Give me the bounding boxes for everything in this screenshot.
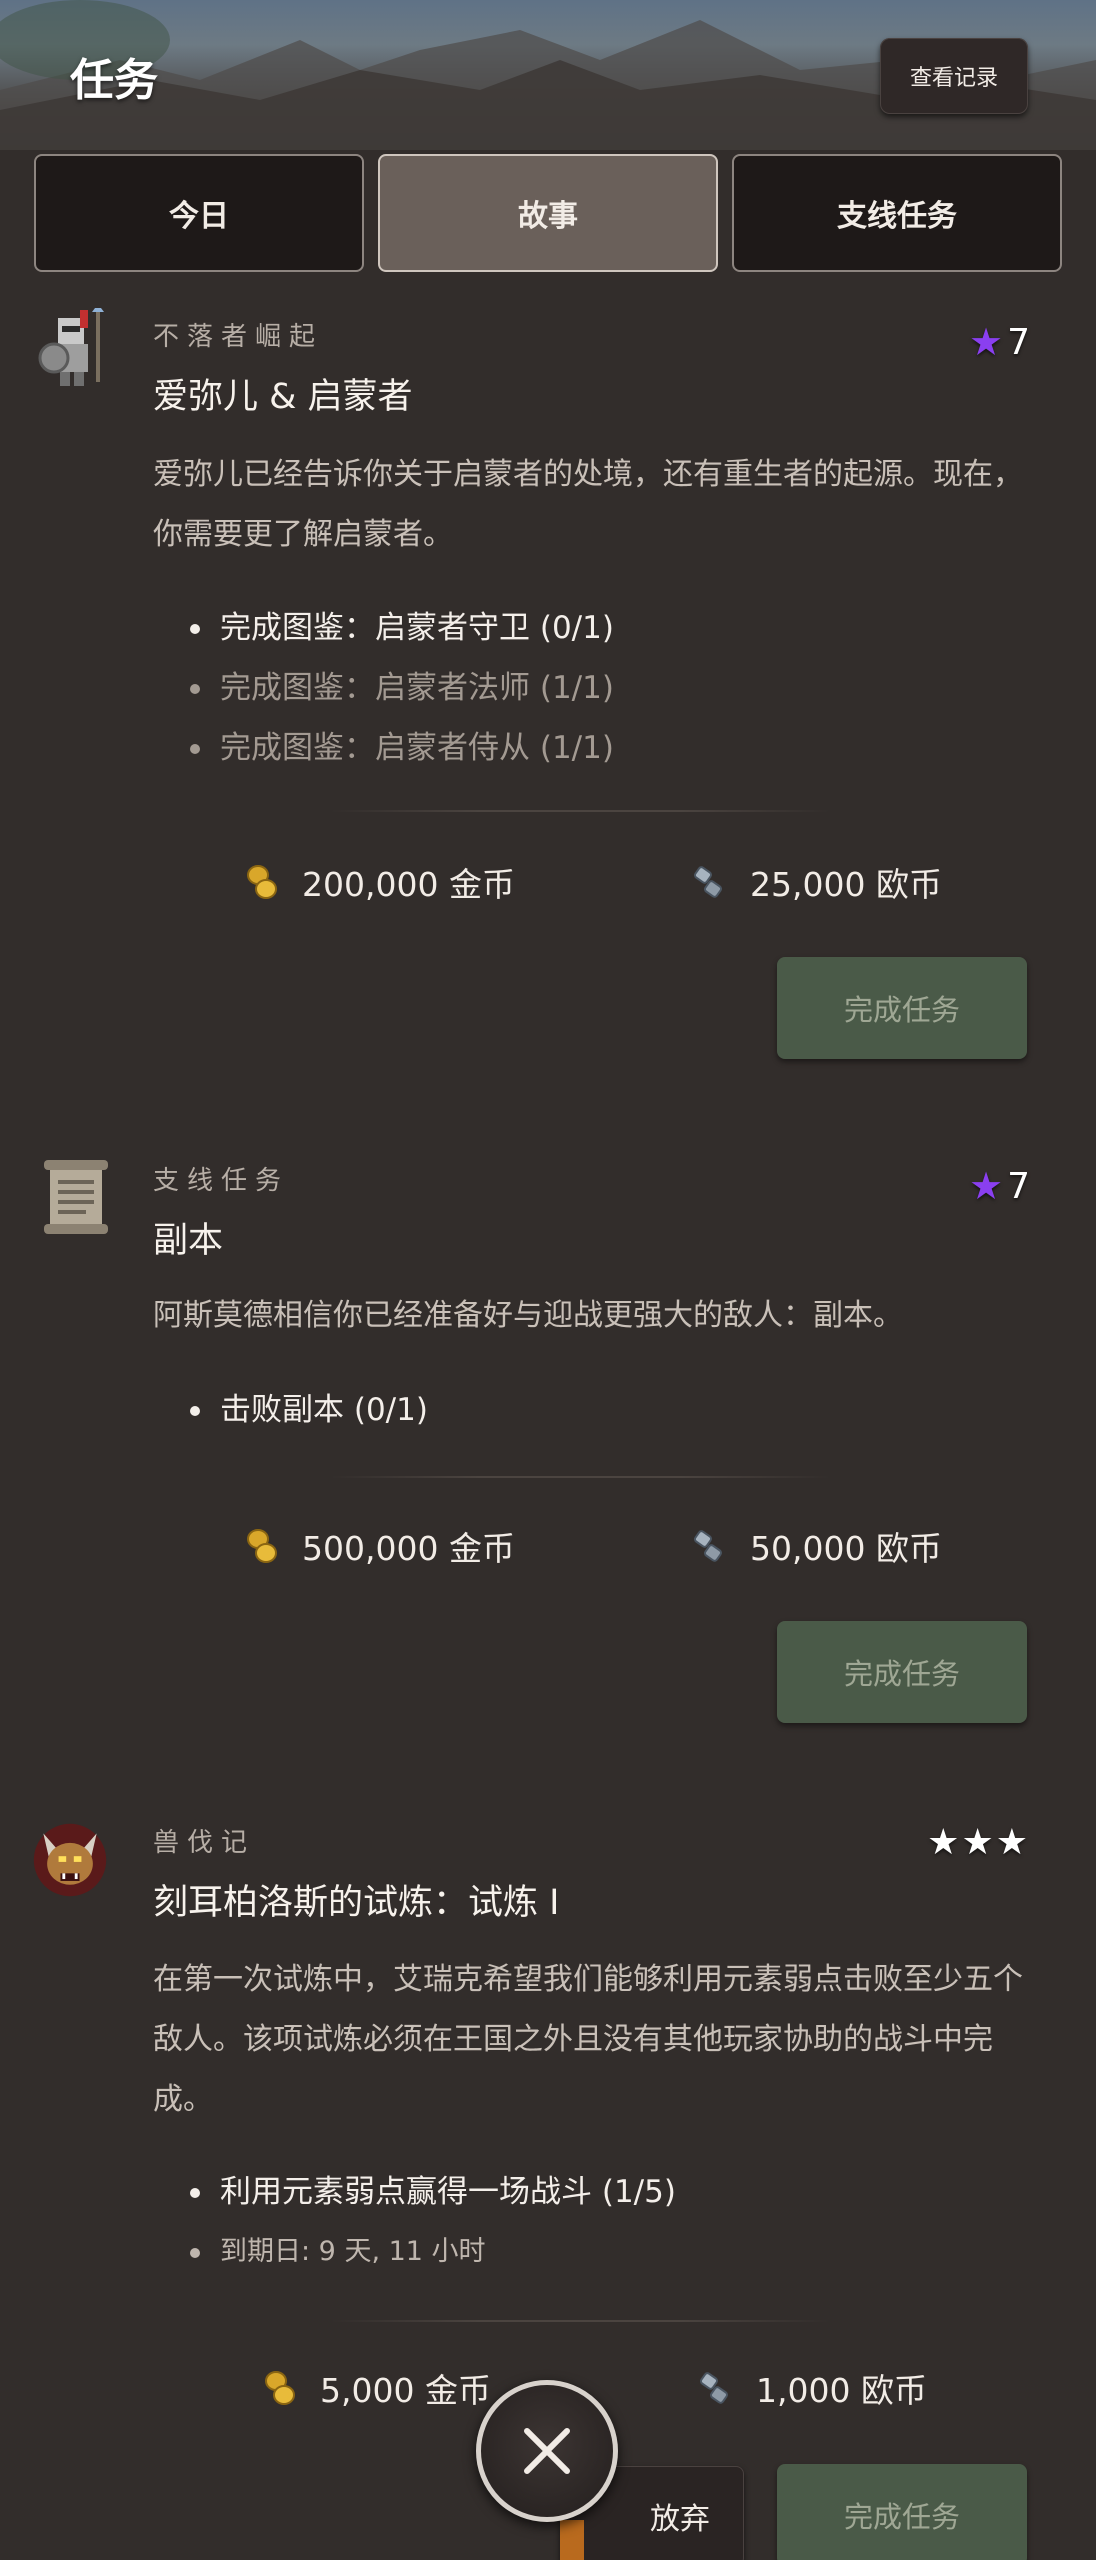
reward-euro: 25,000 欧币 [692, 858, 942, 906]
page-title: 任务 [70, 55, 158, 106]
reward-gold: 500,000 金币 [244, 1522, 515, 1570]
gold-coin-icon [265, 2371, 295, 2405]
stars-count: 7 [1007, 1165, 1030, 1207]
objective-list: 击败副本 (0/1) [190, 1380, 1010, 1440]
quest-title: 刻耳柏洛斯的试炼：试炼 I [153, 1883, 560, 1923]
objective-item: 完成图鉴：启蒙者守卫 (0/1) [190, 598, 1010, 658]
tab-today[interactable]: 今日 [34, 154, 364, 272]
objective-list: 完成图鉴：启蒙者守卫 (0/1) 完成图鉴：启蒙者法师 (1/1) 完成图鉴：启… [190, 598, 1010, 778]
quest-category: 支线任务 [153, 1166, 290, 1196]
reward-euro-amount: 50,000 欧币 [750, 1529, 942, 1568]
quest-title: 爱弥儿 & 启蒙者 [153, 377, 413, 417]
quest-reward-stars: ★ 7 [969, 320, 1030, 364]
tab-story[interactable]: 故事 [378, 154, 718, 272]
divider [330, 810, 830, 812]
view-history-button[interactable]: 查看记录 [880, 38, 1028, 114]
abandon-accent [560, 2520, 584, 2560]
euro-coin-icon [694, 866, 722, 898]
reward-euro-amount: 25,000 欧币 [750, 865, 942, 904]
quest-difficulty-stars: ★★★ [927, 1822, 1030, 1863]
reward-euro: 1,000 欧币 [698, 2364, 927, 2412]
quest-reward-stars: ★ 7 [969, 1164, 1030, 1208]
beast-icon [33, 1823, 107, 1897]
quest-category: 兽伐记 [153, 1828, 256, 1858]
reward-gold-amount: 500,000 金币 [302, 1529, 515, 1568]
quest-description: 在第一次试炼中，艾瑞克希望我们能够利用元素弱点击败至少五个敌人。该项试炼必须在王… [153, 1962, 1023, 2117]
euro-coin-icon [694, 1530, 722, 1562]
star-icon: ★ [969, 1164, 1004, 1208]
complete-quest-button[interactable]: 完成任务 [777, 1621, 1027, 1723]
close-button[interactable] [476, 2380, 618, 2522]
objective-item: 击败副本 (0/1) [190, 1380, 1010, 1440]
scroll-icon [44, 1160, 108, 1234]
gold-coin-icon [247, 865, 277, 899]
tab-bar: 今日 故事 支线任务 [34, 152, 1062, 276]
quest-description: 阿斯莫德相信你已经准备好与迎战更强大的敌人：副本。 [153, 1298, 903, 1333]
objective-item: 完成图鉴：启蒙者侍从 (1/1) [190, 718, 1010, 778]
quest-title: 副本 [153, 1221, 224, 1261]
star-icon: ★ [969, 320, 1004, 364]
divider [330, 1476, 830, 1478]
expiry-date: 到期日: 9 天, 11 小时 [190, 2222, 1010, 2282]
gold-coin-icon [247, 1529, 277, 1563]
stars-count: 7 [1007, 321, 1030, 363]
header-banner: 任务 查看记录 [0, 0, 1096, 150]
reward-gold: 5,000 金币 [262, 2364, 491, 2412]
reward-euro-amount: 1,000 欧币 [756, 2371, 927, 2410]
close-icon [524, 2428, 570, 2474]
objective-item: 完成图鉴：启蒙者法师 (1/1) [190, 658, 1010, 718]
objective-list: 利用元素弱点赢得一场战斗 (1/5) 到期日: 9 天, 11 小时 [190, 2162, 1010, 2282]
complete-quest-button[interactable]: 完成任务 [777, 957, 1027, 1059]
tab-side-quests[interactable]: 支线任务 [732, 154, 1062, 272]
reward-gold-amount: 5,000 金币 [320, 2371, 491, 2410]
divider [330, 2320, 830, 2322]
quest-category: 不落者崛起 [153, 322, 324, 352]
reward-euro: 50,000 欧币 [692, 1522, 942, 1570]
reward-gold: 200,000 金币 [244, 858, 515, 906]
complete-quest-button[interactable]: 完成任务 [777, 2464, 1027, 2560]
objective-item: 利用元素弱点赢得一场战斗 (1/5) [190, 2162, 1010, 2222]
knight-icon [38, 308, 104, 386]
reward-gold-amount: 200,000 金币 [302, 865, 515, 904]
euro-coin-icon [700, 2372, 728, 2404]
quest-description: 爱弥儿已经告诉你关于启蒙者的处境，还有重生者的起源。现在，你需要更了解启蒙者。 [153, 457, 1023, 552]
